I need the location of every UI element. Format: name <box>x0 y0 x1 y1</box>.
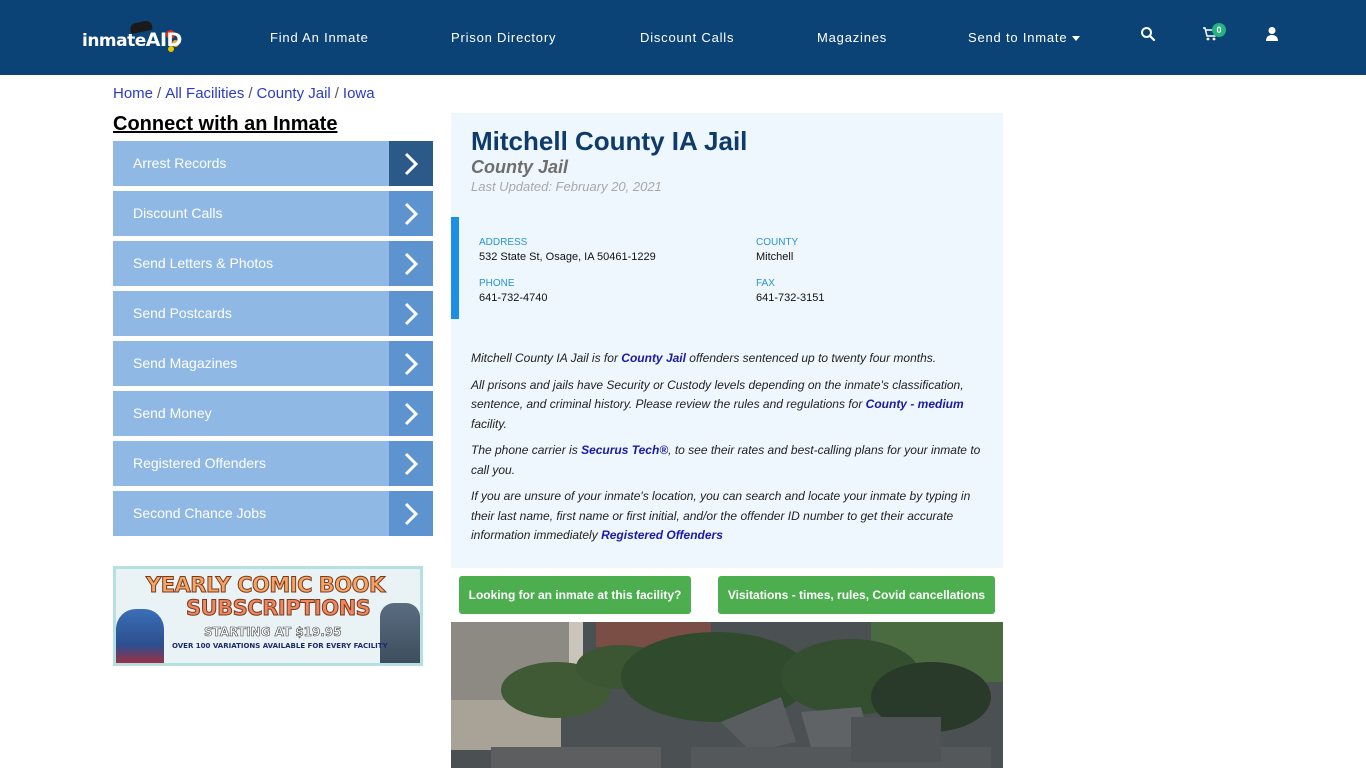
sidebar-item-send-postcards[interactable]: Send Postcards <box>113 291 433 336</box>
sidebar-item-discount-calls[interactable]: Discount Calls <box>113 191 433 236</box>
superhero-image <box>380 603 420 663</box>
breadcrumb-separator: / <box>248 85 253 102</box>
county-jail-link[interactable]: County Jail <box>621 351 686 365</box>
logo-text: inmateAID <box>82 29 182 51</box>
sidebar-item-send-money[interactable]: Send Money <box>113 391 433 436</box>
phone-label: PHONE <box>479 278 515 289</box>
fax-value: 641-732-3151 <box>756 292 825 304</box>
facility-type: County Jail <box>471 157 569 177</box>
last-updated: Last Updated: February 20, 2021 <box>471 179 662 194</box>
user-icon[interactable] <box>1265 26 1285 46</box>
aerial-photo-drawing <box>451 622 1003 768</box>
sidebar-item-send-magazines[interactable]: Send Magazines <box>113 341 433 386</box>
sidebar-item-label: Send Postcards <box>133 305 232 321</box>
chevron-right-icon <box>389 391 433 436</box>
sidebar-item-label: Send Letters & Photos <box>133 255 274 271</box>
registered-offenders-link[interactable]: Registered Offenders <box>601 528 723 542</box>
chevron-right-icon <box>389 191 433 236</box>
facility-card: Mitchell County IA Jail County Jail Last… <box>451 113 1003 568</box>
find-inmate-at-facility-button[interactable]: Looking for an inmate at this facility? <box>459 576 691 614</box>
ad-price: STARTING AT $19.95 <box>204 625 342 640</box>
fax-label: FAX <box>756 278 775 289</box>
securus-tech-link[interactable]: Securus Tech® <box>581 443 668 457</box>
phone-value[interactable]: 641-732-4740 <box>479 292 548 304</box>
nav-send-to-inmate-label: Send to Inmate <box>968 30 1068 45</box>
sidebar-item-label: Send Magazines <box>133 355 238 371</box>
top-navbar: inmateAID Find An Inmate Prison Director… <box>0 0 1366 75</box>
sidebar-item-label: Discount Calls <box>133 205 223 221</box>
nav-discount-calls[interactable]: Discount Calls <box>640 30 734 45</box>
nav-find-an-inmate[interactable]: Find An Inmate <box>270 30 369 45</box>
address-label: ADDRESS <box>479 237 528 248</box>
chevron-right-icon <box>389 491 433 536</box>
county-medium-link[interactable]: County - medium <box>866 397 964 411</box>
nav-magazines[interactable]: Magazines <box>817 30 887 45</box>
visitations-button[interactable]: Visitations - times, rules, Covid cancel… <box>718 576 995 614</box>
sidebar-item-label: Arrest Records <box>133 155 227 171</box>
county-value: Mitchell <box>756 251 794 263</box>
ad-headline-2: SUBSCRIPTIONS <box>185 596 371 621</box>
breadcrumb-separator: / <box>334 85 339 102</box>
cart-count-badge: 0 <box>1212 23 1226 37</box>
caret-down-icon <box>1072 36 1081 42</box>
breadcrumb-county-jail[interactable]: County Jail <box>257 85 331 102</box>
breadcrumb-separator: / <box>157 85 162 102</box>
facility-name: Mitchell County IA Jail <box>471 126 748 156</box>
sidebar-item-second-chance-jobs[interactable]: Second Chance Jobs <box>113 491 433 536</box>
facility-info-box: ADDRESS 532 State St, Osage, IA 50461-12… <box>451 217 1003 319</box>
facility-aerial-photo <box>451 622 1003 768</box>
ad-headline: YEARLY COMIC BOOK <box>146 573 386 598</box>
chevron-right-icon <box>389 441 433 486</box>
description-paragraph: The phone carrier is Securus Tech®, to s… <box>471 443 981 477</box>
description-paragraph: All prisons and jails have Security or C… <box>471 377 964 431</box>
logo[interactable]: inmateAID <box>82 19 182 54</box>
sidebar-title: Connect with an Inmate <box>113 113 338 135</box>
nav-prison-directory[interactable]: Prison Directory <box>451 30 556 45</box>
breadcrumb-all-facilities[interactable]: All Facilities <box>165 85 244 102</box>
chevron-right-icon <box>389 241 433 286</box>
sidebar-menu: Arrest Records Discount Calls Send Lette… <box>113 141 433 541</box>
description-paragraph: Mitchell County IA Jail is for County Ja… <box>471 351 937 365</box>
sidebar-item-registered-offenders[interactable]: Registered Offenders <box>113 441 433 486</box>
superhero-image <box>116 609 164 663</box>
search-icon[interactable] <box>1140 26 1160 46</box>
sidebar-item-send-letters-photos[interactable]: Send Letters & Photos <box>113 241 433 286</box>
facility-description: Mitchell County IA Jail is for County Ja… <box>471 349 986 553</box>
sidebar-item-label: Registered Offenders <box>133 455 266 471</box>
sidebar-item-arrest-records[interactable]: Arrest Records <box>113 141 433 186</box>
description-paragraph: If you are unsure of your inmate's locat… <box>471 489 971 542</box>
breadcrumb: Home / All Facilities / County Jail / Iowa <box>113 85 375 102</box>
nav-send-to-inmate[interactable]: Send to Inmate <box>968 30 1081 45</box>
county-label: COUNTY <box>756 237 799 248</box>
sidebar-item-label: Send Money <box>133 405 212 421</box>
sidebar-item-label: Second Chance Jobs <box>133 505 267 521</box>
chevron-right-icon <box>389 291 433 336</box>
breadcrumb-home[interactable]: Home <box>113 85 153 102</box>
comic-subscription-ad[interactable]: YEARLY COMIC BOOK SUBSCRIPTIONS STARTING… <box>113 566 423 666</box>
chevron-right-icon <box>389 141 433 186</box>
chevron-right-icon <box>389 341 433 386</box>
address-value: 532 State St, Osage, IA 50461-1229 <box>479 251 656 263</box>
breadcrumb-iowa[interactable]: Iowa <box>343 85 375 102</box>
ad-tagline: OVER 100 VARIATIONS AVAILABLE FOR EVERY … <box>172 642 388 650</box>
